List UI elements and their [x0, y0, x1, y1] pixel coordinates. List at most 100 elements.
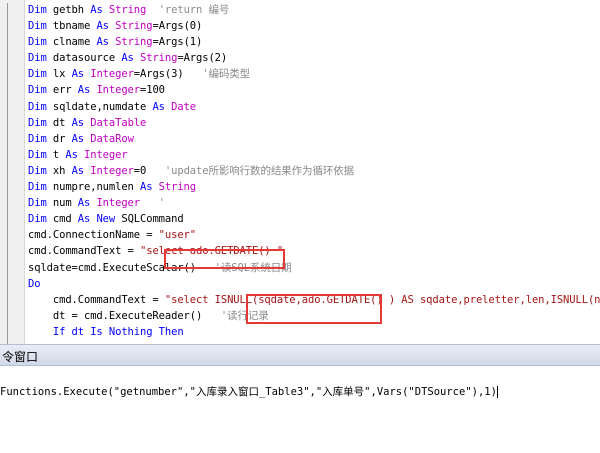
code-line: Dim dt As DataTable — [28, 115, 600, 131]
code-token: Dim — [28, 52, 53, 65]
code-token: Integer — [96, 84, 141, 97]
code-line: Dim err As Integer=100 — [28, 82, 600, 98]
code-token: Dim — [28, 100, 53, 113]
command-text: Functions.Execute("getnumber","入库录入窗口_Ta… — [0, 386, 497, 398]
code-token: String — [108, 4, 147, 16]
code-token: '读SQL系统日期 — [214, 261, 292, 274]
code-line: If dt Is Nothing Then — [28, 324, 600, 340]
code-token: Integer — [90, 164, 134, 177]
code-token: Dim — [28, 197, 53, 210]
code-line: Dim lx As Integer=Args(3) '编码类型 — [28, 66, 600, 82]
code-token: ' — [140, 197, 165, 210]
code-line: Dim xh As Integer=0 'update所影响行数的结果作为循环依… — [28, 163, 600, 179]
code-token: t — [52, 148, 66, 161]
code-token: As — [77, 84, 97, 97]
code-token: Integer — [84, 148, 128, 161]
code-token: As New — [77, 213, 122, 226]
code-token: As — [71, 116, 91, 129]
code-token: err — [52, 84, 78, 97]
code-token: cmd.ConnectionName = — [28, 229, 159, 242]
code-token: =0 — [133, 164, 165, 177]
code-token: As — [71, 68, 91, 81]
code-line: Dim num As Integer ' — [28, 195, 600, 211]
code-token: Dim — [28, 181, 53, 194]
code-line: Dim sqldate,numdate As Date — [28, 99, 600, 115]
code-token: xh — [52, 164, 72, 177]
code-token: dt = cmd.ExecuteReader() — [28, 309, 221, 322]
code-token: Dim — [28, 68, 53, 81]
code-token: "select ado.GETDATE() " — [140, 245, 284, 258]
code-token: =Args(3) — [133, 68, 203, 81]
code-token: '读行记录 — [220, 309, 269, 322]
code-token: Dim — [28, 84, 53, 97]
code-line: Dim tbname As String=Args(0) — [28, 18, 600, 34]
code-token: =Args(2) — [177, 52, 228, 65]
code-line: cmd.ConnectionName = "user" — [28, 227, 600, 243]
code-token: Integer — [90, 68, 134, 81]
code-editor[interactable]: Dim getbh As String 'return 编号 Dim tbname… — [0, 0, 600, 344]
outline-line — [7, 3, 8, 344]
command-input[interactable]: Functions.Execute("getnumber","入库录入窗口_Ta… — [0, 384, 498, 399]
code-line: Dim cmd As New SQLCommand — [28, 211, 600, 227]
code-token: clname — [52, 36, 97, 49]
code-lines: Dim getbh As String 'return 编号 Dim tbname… — [28, 2, 600, 340]
code-token: getbh — [52, 4, 91, 16]
code-line: Do — [28, 276, 600, 292]
code-token: As — [71, 132, 91, 145]
code-token: cmd.CommandText = — [28, 293, 165, 306]
code-line: cmd.CommandText = "select ado.GETDATE() … — [28, 243, 600, 259]
code-line: cmd.CommandText = "select ISNULL(sqdate,… — [28, 292, 600, 308]
code-token: =100 — [140, 84, 165, 97]
code-token: As — [96, 20, 116, 33]
code-line: Dim t As Integer — [28, 147, 600, 163]
line-gutter — [0, 0, 25, 344]
code-token: tbname — [52, 20, 97, 33]
code-line: Dim datasource As String=Args(2) — [28, 50, 600, 66]
code-token: '编码类型 — [202, 68, 251, 81]
code-token: "user" — [158, 229, 196, 242]
code-token: Dim — [28, 116, 53, 129]
code-token: Dim — [28, 36, 53, 49]
code-token: As — [77, 197, 97, 210]
code-token: String — [115, 36, 153, 49]
command-window-header: 令窗口 — [0, 344, 600, 366]
code-token: dt — [52, 116, 72, 129]
code-token: sqldate=cmd.ExecuteScalar() — [28, 261, 215, 274]
code-token: As — [90, 4, 109, 16]
text-caret — [496, 386, 498, 398]
code-token: DataTable — [90, 116, 147, 129]
code-token: Dim — [28, 20, 53, 33]
code-token: numpre,numlen — [52, 181, 140, 194]
code-token: =Args(0) — [152, 20, 203, 33]
command-window-title: 令窗口 — [2, 350, 39, 364]
code-token: Dim — [28, 4, 53, 16]
code-token: Dim — [28, 213, 53, 226]
code-token: Do — [28, 277, 41, 290]
code-token: String — [158, 181, 197, 194]
code-line: Dim dr As DataRow — [28, 131, 600, 147]
code-token: As — [140, 181, 159, 194]
code-token: As — [152, 100, 172, 113]
code-token: dr — [52, 132, 72, 145]
code-token: Date — [171, 100, 196, 113]
code-token: datasource — [52, 52, 122, 65]
command-window-body[interactable]: Functions.Execute("getnumber","入库录入窗口_Ta… — [0, 366, 600, 453]
code-token: =Args(1) — [152, 36, 203, 49]
code-token: 'return 编号 — [146, 4, 230, 16]
code-line: Dim getbh As String 'return 编号 — [28, 2, 600, 18]
code-token: cmd.CommandText = — [28, 245, 140, 258]
code-token: DataRow — [90, 132, 134, 145]
code-token: SQLCommand — [121, 213, 184, 226]
code-token: 'update所影响行数的结果作为循环依据 — [164, 164, 355, 177]
code-token: Dim — [28, 164, 53, 177]
code-token: As — [65, 148, 85, 161]
code-token: Dim — [28, 148, 53, 161]
code-token: Integer — [96, 197, 141, 210]
code-line: dt = cmd.ExecuteReader() '读行记录 — [28, 308, 600, 324]
code-token: Dim — [28, 132, 53, 145]
code-line: Dim clname As String=Args(1) — [28, 34, 600, 50]
code-token: lx — [52, 68, 72, 81]
code-line: sqldate=cmd.ExecuteScalar() '读SQL系统日期 — [28, 260, 600, 276]
code-token: String — [140, 52, 178, 65]
code-token: As — [71, 164, 91, 177]
